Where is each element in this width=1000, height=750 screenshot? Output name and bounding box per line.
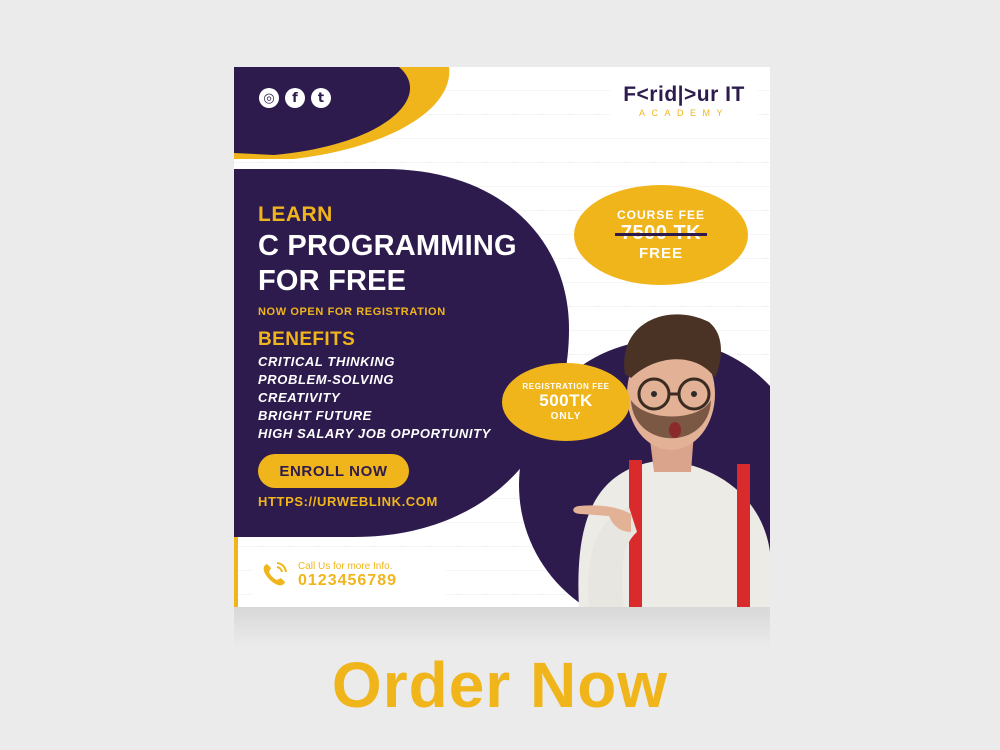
headline-title: C PROGRAMMING FOR FREE xyxy=(258,229,517,299)
facebook-icon[interactable]: f xyxy=(285,88,305,108)
brand-logo: F<rid|>ur IT ACADEMY xyxy=(610,79,758,122)
learn-label: LEARN xyxy=(258,203,333,226)
contact-phone[interactable]: 0123456789 xyxy=(298,572,397,590)
bottom-yellow-edge xyxy=(234,537,238,607)
registration-fee-price: 500TK xyxy=(539,391,593,410)
headline-line-1: C PROGRAMMING xyxy=(258,230,517,262)
enroll-now-button[interactable]: ENROLL NOW xyxy=(258,454,409,488)
benefit-item: HIGH SALARY JOB OPPORTUNITY xyxy=(258,426,491,441)
order-now-button[interactable]: Order Now xyxy=(0,648,1000,722)
strikethrough-line xyxy=(614,233,708,236)
course-fee-label: COURSE FEE xyxy=(616,208,705,222)
instagram-icon[interactable]: ◎ xyxy=(259,88,279,108)
course-fee-old-price: 7500 TK xyxy=(614,222,708,245)
social-icons: ◎ f t xyxy=(259,88,331,108)
contact-box: Call Us for more Info. 0123456789 xyxy=(252,551,446,599)
course-fee-new-price: FREE xyxy=(638,245,683,262)
benefit-item: BRIGHT FUTURE xyxy=(258,408,372,423)
contact-text: Call Us for more Info. 0123456789 xyxy=(298,561,397,590)
benefits-heading: BENEFITS xyxy=(258,329,356,350)
benefit-item: PROBLEM-SOLVING xyxy=(258,372,395,387)
registration-fee-label: REGISTRATION FEE xyxy=(522,382,610,391)
brand-name: F<rid|>ur IT xyxy=(623,83,745,106)
promo-poster: ◎ f t F<rid|>ur IT ACADEMY LEARN C PROGR… xyxy=(234,67,770,607)
registration-open-text: NOW OPEN FOR REGISTRATION xyxy=(258,306,446,318)
top-purple-blob xyxy=(234,67,411,155)
benefits-list: CRITICAL THINKING PROBLEM-SOLVING CREATI… xyxy=(258,353,491,443)
contact-label: Call Us for more Info. xyxy=(298,560,393,572)
brand-subtitle: ACADEMY xyxy=(638,108,729,118)
website-link[interactable]: HTTPS://URWEBLINK.COM xyxy=(258,494,438,509)
registration-fee-note: ONLY xyxy=(550,411,582,422)
poster-shadow xyxy=(234,607,770,647)
course-fee-badge: COURSE FEE 7500 TK FREE xyxy=(574,185,748,285)
registration-fee-badge: REGISTRATION FEE 500TK ONLY xyxy=(502,363,630,441)
benefit-item: CRITICAL THINKING xyxy=(258,354,396,369)
twitter-icon[interactable]: t xyxy=(311,88,331,108)
phone-icon xyxy=(263,562,287,586)
headline-line-2: FOR FREE xyxy=(258,265,407,297)
benefit-item: CREATIVITY xyxy=(258,390,341,405)
person-image xyxy=(573,314,770,607)
